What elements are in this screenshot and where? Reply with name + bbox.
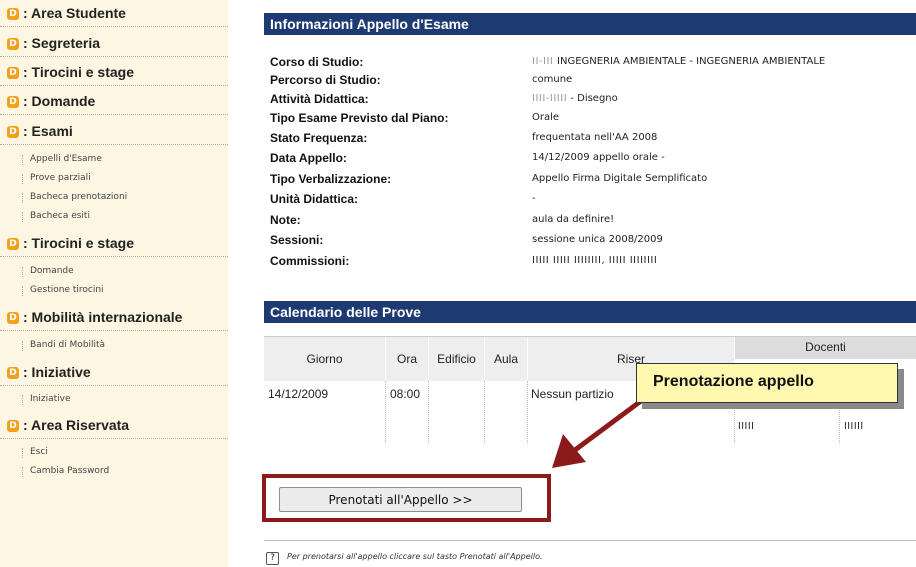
sidebar-section-domande[interactable]: D : Domande (0, 92, 228, 115)
sidebar-section-label: : Iniziative (23, 364, 91, 380)
column-header-aula: Aula (485, 337, 528, 381)
column-header-docenti: Docenti (735, 337, 916, 359)
sidebar-item-bacheca-esiti[interactable]: Bacheca esiti (22, 211, 90, 222)
sidebar-item-prove-parziali[interactable]: Prove parziali (22, 173, 91, 184)
sidebar-section-label: : Domande (23, 93, 96, 109)
column-divider (428, 381, 430, 443)
sidebar-section-area-riservata[interactable]: D : Area Riservata (0, 416, 228, 439)
info-row-data-appello: Data Appello: 14/12/2009 appello orale - (270, 151, 916, 168)
column-header-ora: Ora (386, 337, 429, 381)
section-bullet-icon: D (7, 96, 19, 108)
info-value: Appello Firma Digitale Semplificato (532, 173, 708, 184)
sidebar-section-tirocini-2[interactable]: D : Tirocini e stage (0, 234, 228, 257)
callout-box: Prenotazione appello (636, 363, 898, 403)
cell-docente: IIIIII (844, 421, 864, 432)
sidebar-section-label: : Area Riservata (23, 417, 130, 433)
info-key: Data Appello: (270, 151, 347, 165)
cell-giorno: 14/12/2009 (268, 387, 329, 401)
sidebar-section-mobilita[interactable]: D : Mobilità internazionale (0, 308, 228, 331)
info-value: aula da definire! (532, 214, 615, 225)
sidebar-section-label: : Tirocini e stage (23, 64, 134, 80)
sidebar-item-cambia-password[interactable]: Cambia Password (21, 466, 109, 477)
section-bullet-icon: D (7, 420, 19, 432)
info-key: Stato Frequenza: (270, 131, 368, 145)
info-row-tipo-esame: Tipo Esame Previsto dal Piano: Orale (270, 111, 916, 128)
info-row-commissioni: Commissioni: IIIII IIIII IIIIIIII, IIIII… (270, 254, 916, 271)
info-key: Percorso di Studio: (270, 73, 381, 87)
section-bullet-icon: D (7, 238, 19, 250)
sidebar-section-area-studente[interactable]: D : Area Studente (0, 4, 228, 27)
sidebar-item-bacheca-prenotazioni[interactable]: Bacheca prenotazioni (21, 192, 127, 203)
info-row-attivita: Attività Didattica: IIII-IIIII - Disegno (270, 92, 916, 109)
cell-ora: 08:00 (390, 387, 421, 401)
info-value: Orale (532, 112, 560, 123)
sidebar-item-appelli[interactable]: Appelli d'Esame (22, 154, 102, 165)
cell-riservato: Nessun partizio (531, 387, 614, 401)
help-text: Per prenotarsi all'appello cliccare sul … (287, 552, 543, 561)
section-bullet-icon: D (7, 126, 19, 138)
cell-docente: IIIII (738, 421, 755, 432)
column-divider (385, 381, 387, 443)
info-row-corso: Corso di Studio: II-III INGEGNERIA AMBIE… (270, 55, 916, 72)
sidebar-section-segreteria[interactable]: D : Segreteria (0, 34, 228, 57)
column-divider (484, 381, 486, 443)
info-row-unita-didattica: Unità Didattica: - (270, 192, 916, 209)
sidebar-item-gestione-tirocini[interactable]: Gestione tirocini (22, 285, 104, 296)
info-key: Tipo Verbalizzazione: (270, 172, 392, 186)
sidebar-section-label: : Esami (23, 123, 73, 139)
callout-text: Prenotazione appello (653, 373, 814, 390)
sidebar-section-label: : Segreteria (23, 35, 101, 51)
sidebar-section-label: : Tirocini e stage (23, 235, 134, 251)
sidebar-item-bandi-mobilita[interactable]: Bandi di Mobilità (21, 340, 105, 351)
info-key: Corso di Studio: (270, 55, 364, 69)
divider (264, 540, 916, 541)
info-key: Unità Didattica: (270, 192, 359, 206)
info-value: II-III INGEGNERIA AMBIENTALE - INGEGNERI… (532, 56, 826, 67)
info-value: frequentata nell'AA 2008 (532, 132, 658, 143)
info-value: IIIII IIIII IIIIIIII, IIIII IIIIIIII (532, 255, 658, 266)
sidebar-section-tirocini[interactable]: D : Tirocini e stage (0, 63, 228, 86)
sidebar-section-esami[interactable]: D : Esami (0, 122, 228, 145)
sidebar-item-iniziative[interactable]: Iniziative (22, 394, 71, 405)
info-key: Commissioni: (270, 254, 350, 268)
sidebar-section-iniziative[interactable]: D : Iniziative (0, 363, 228, 386)
info-row-sessioni: Sessioni: sessione unica 2008/2009 (270, 233, 916, 250)
info-key: Attività Didattica: (270, 92, 369, 106)
info-row-note: Note: aula da definire! (270, 213, 916, 230)
sidebar-section-label: : Area Studente (23, 5, 126, 21)
section-bullet-icon: D (7, 312, 19, 324)
info-row-percorso: Percorso di Studio: comune (270, 73, 916, 90)
section-bullet-icon: D (7, 8, 19, 20)
column-header-giorno: Giorno (264, 337, 386, 381)
section-bullet-icon: D (7, 67, 19, 79)
sidebar-item-domande[interactable]: Domande (22, 266, 74, 277)
help-icon: ? (266, 552, 279, 565)
column-divider (527, 381, 529, 443)
info-row-tipo-verbalizzazione: Tipo Verbalizzazione: Appello Firma Digi… (270, 172, 916, 189)
info-value: 14/12/2009 appello orale - (532, 152, 665, 163)
info-value: IIII-IIIII - Disegno (532, 93, 618, 104)
info-value: sessione unica 2008/2009 (532, 234, 663, 245)
prenota-appello-button[interactable]: Prenotati all'Appello >> (279, 487, 522, 512)
sidebar-item-esci[interactable]: Esci (22, 447, 48, 458)
section-bullet-icon: D (7, 367, 19, 379)
info-section-header: Informazioni Appello d'Esame (264, 13, 916, 35)
info-key: Note: (270, 213, 301, 227)
column-header-edificio: Edificio (429, 337, 485, 381)
info-key: Tipo Esame Previsto dal Piano: (270, 111, 449, 125)
calendar-section-header: Calendario delle Prove (264, 301, 916, 323)
section-bullet-icon: D (7, 38, 19, 50)
info-row-stato-frequenza: Stato Frequenza: frequentata nell'AA 200… (270, 131, 916, 148)
info-value: - (532, 193, 536, 204)
sidebar: D : Area Studente D : Segreteria D : Tir… (0, 0, 228, 567)
sidebar-section-label: : Mobilità internazionale (23, 309, 183, 325)
info-value: comune (532, 74, 573, 85)
info-key: Sessioni: (270, 233, 324, 247)
